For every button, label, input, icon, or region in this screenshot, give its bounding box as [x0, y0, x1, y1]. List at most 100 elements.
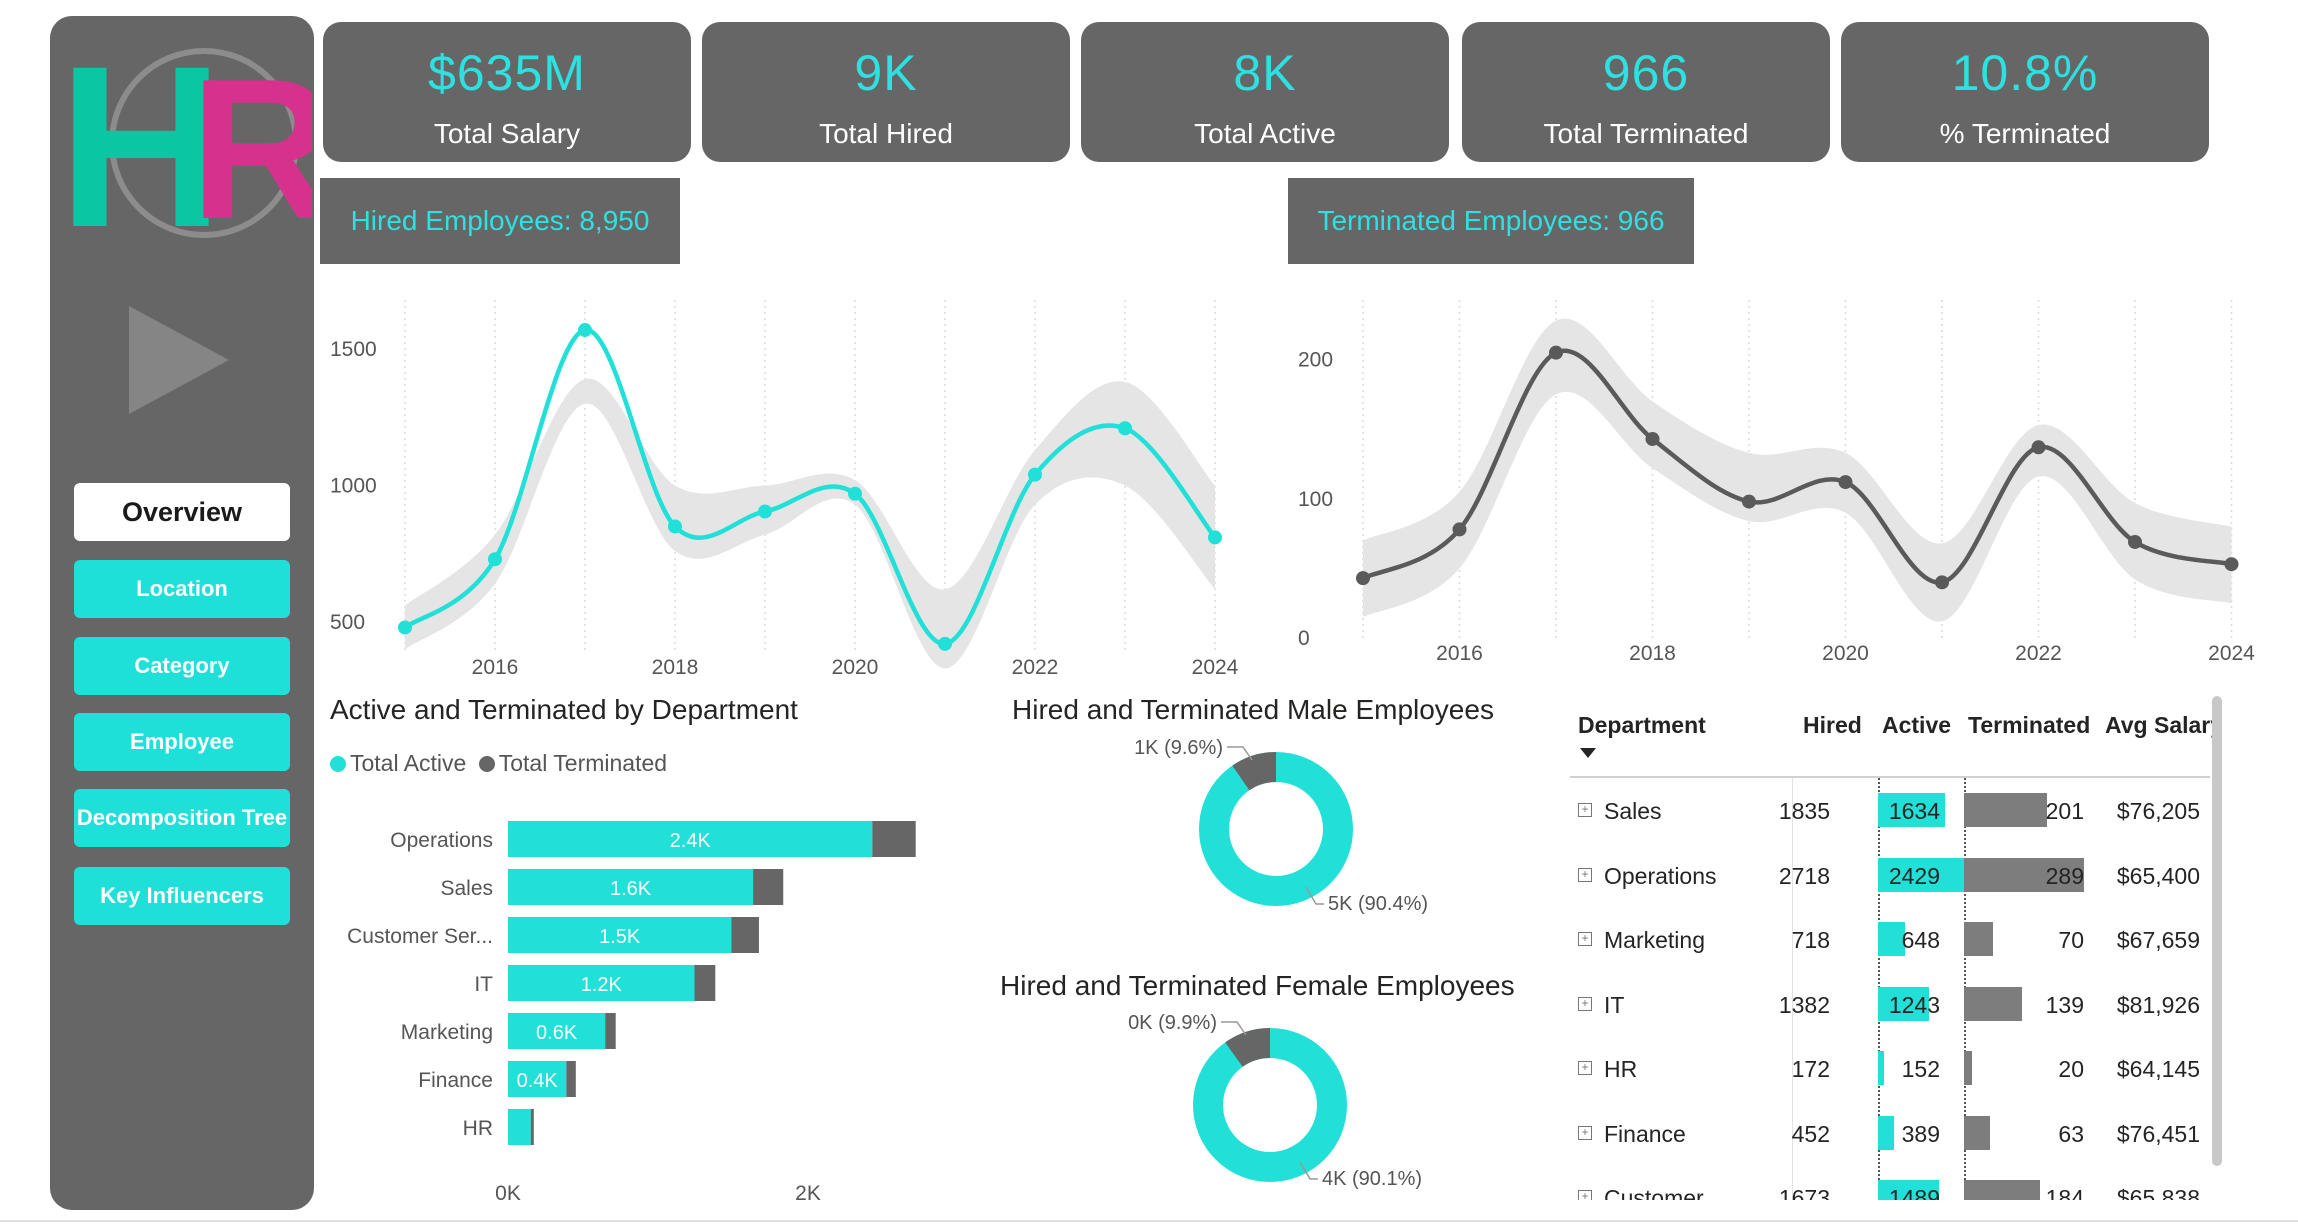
- data-point-2015[interactable]: [398, 620, 412, 635]
- x-tick-label: 2022: [2015, 642, 2062, 665]
- bar-terminated[interactable]: [694, 965, 716, 1001]
- data-point-2016[interactable]: [1452, 522, 1467, 537]
- data-point-2016[interactable]: [488, 552, 502, 567]
- header-department[interactable]: Department: [1578, 712, 1706, 739]
- cell-hired: 1382: [1778, 991, 1830, 1018]
- kpi-card-total-active[interactable]: 8K Total Active: [1081, 22, 1449, 162]
- expand-icon[interactable]: +: [1578, 932, 1592, 946]
- expand-icon[interactable]: +: [1578, 867, 1592, 882]
- legend-terminated-label: Total Terminated: [498, 750, 668, 776]
- data-point-2024[interactable]: [2224, 557, 2239, 572]
- cell-hired: 2718: [1778, 862, 1830, 889]
- header-terminated[interactable]: Terminated: [1968, 712, 2090, 739]
- terminated-databar: [1964, 1115, 1991, 1150]
- terminated-line-chart[interactable]: 2016 2018 2020 2022 2024 0 100 200: [1288, 290, 2258, 680]
- data-point-2024[interactable]: [1208, 530, 1222, 545]
- header-avg-salary[interactable]: Avg Salary: [2105, 712, 2220, 739]
- play-icon[interactable]: [125, 300, 235, 420]
- category-label: Finance: [418, 1069, 493, 1092]
- cell-department: Sales: [1604, 798, 1662, 824]
- kpi-value: $635M: [428, 45, 586, 101]
- terminated-databar: [1964, 1051, 1973, 1085]
- x-tick-label: 2024: [2208, 642, 2255, 665]
- dept-chart-title: Active and Terminated by Department: [330, 694, 798, 725]
- nav-overview-button[interactable]: Overview: [74, 483, 290, 541]
- data-point-2019[interactable]: [758, 504, 772, 519]
- y-tick-label: 1500: [330, 338, 377, 361]
- expand-icon[interactable]: +: [1578, 803, 1592, 817]
- legend-active-label: Total Active: [350, 750, 467, 776]
- data-point-2022[interactable]: [1028, 467, 1042, 482]
- data-point-2017[interactable]: [1549, 345, 1563, 360]
- female-donut-chart[interactable]: 0K (9.9%) 4K (90.1%): [1080, 1005, 1520, 1215]
- expand-icon[interactable]: +: [1578, 1061, 1592, 1075]
- category-label: HR: [463, 1117, 493, 1140]
- expand-icon[interactable]: +: [1578, 1125, 1592, 1140]
- table-row[interactable]: + HR 172 152 20 $64,145: [1560, 1037, 2220, 1101]
- table-row[interactable]: + Operations 2718 2429 289 $65,400: [1560, 844, 2220, 908]
- bar-terminated[interactable]: [753, 869, 784, 905]
- data-point-2018[interactable]: [668, 519, 682, 534]
- bar-data-label: 0.4K: [517, 1070, 559, 1092]
- data-point-2015[interactable]: [1356, 571, 1370, 586]
- data-point-2018[interactable]: [1645, 431, 1660, 446]
- data-point-2019[interactable]: [1742, 494, 1756, 509]
- table-row[interactable]: + Finance 452 389 63 $76,451: [1560, 1102, 2220, 1166]
- nav-location-button[interactable]: Location: [74, 560, 290, 618]
- y-tick-label: 200: [1298, 349, 1333, 372]
- bar-terminated[interactable]: [731, 917, 759, 953]
- bar-terminated[interactable]: [566, 1061, 576, 1097]
- kpi-value: 9K: [854, 45, 918, 101]
- kpi-card-terminated[interactable]: 10.8% % Terminated: [1841, 22, 2209, 162]
- data-point-2020[interactable]: [848, 486, 862, 501]
- cell-hired: 718: [1791, 927, 1830, 953]
- slice-label-terminated: 0K (9.9%): [1128, 1012, 1217, 1034]
- male-chart-title: Hired and Terminated Male Employees: [1012, 694, 1494, 725]
- expand-icon[interactable]: +: [1578, 1190, 1592, 1200]
- data-point-2017[interactable]: [578, 323, 592, 338]
- logo-letter-r: R: [190, 38, 312, 248]
- nav-category-button[interactable]: Category: [74, 637, 290, 695]
- bar-terminated[interactable]: [530, 1109, 534, 1145]
- donut-slice-hired[interactable]: [1193, 1028, 1347, 1182]
- data-point-2022[interactable]: [2031, 440, 2046, 455]
- bar-terminated[interactable]: [872, 821, 916, 857]
- y-tick-label: 500: [330, 611, 365, 634]
- confidence-band: [405, 378, 1215, 669]
- nav-decomposition-tree-button[interactable]: Decomposition Tree: [74, 789, 290, 847]
- table-row[interactable]: + IT 1382 1243 139 $81,926: [1560, 973, 2220, 1037]
- nav-key-influencers-button[interactable]: Key Influencers: [74, 867, 290, 925]
- category-label: IT: [474, 973, 493, 996]
- department-table[interactable]: Department Hired Active Terminated Avg S…: [1560, 700, 2220, 1200]
- expand-icon[interactable]: +: [1578, 996, 1592, 1011]
- male-donut-chart[interactable]: 1K (9.6%) 5K (90.4%): [1080, 730, 1520, 940]
- data-point-2021[interactable]: [938, 636, 952, 651]
- bar-terminated[interactable]: [605, 1013, 616, 1049]
- legend-terminated[interactable]: Total Terminated: [478, 750, 668, 776]
- table-scrollbar[interactable]: [2212, 696, 2222, 1166]
- cell-department: HR: [1604, 1056, 1638, 1082]
- bar-active[interactable]: [508, 1109, 531, 1145]
- table-row[interactable]: + Sales 1835 1634 201 $76,205: [1560, 779, 2220, 843]
- donut-slice-hired[interactable]: [1199, 752, 1353, 906]
- legend-active-dot: [330, 756, 346, 772]
- nav-employee-button[interactable]: Employee: [74, 713, 290, 771]
- legend-active[interactable]: Total Active: [330, 750, 466, 776]
- kpi-card-total-salary[interactable]: $635M Total Salary: [323, 22, 691, 162]
- data-point-2021[interactable]: [1935, 575, 1949, 590]
- table-row[interactable]: + Marketing 718 648 70 $67,659: [1560, 908, 2220, 972]
- data-point-2023[interactable]: [2128, 534, 2142, 549]
- hired-line-chart[interactable]: 2016 2018 2020 2022 2024 500 1000 1500: [320, 290, 1240, 680]
- cell-active: 1243: [1888, 991, 1940, 1018]
- dept-bar-chart[interactable]: Operations 2.4K Sales 1.6K Customer Ser... 1.…: [320, 800, 960, 1210]
- data-point-2020[interactable]: [1838, 475, 1853, 490]
- cell-hired: 452: [1791, 1120, 1830, 1147]
- header-hired[interactable]: Hired: [1803, 712, 1862, 739]
- cell-hired: 1835: [1778, 798, 1830, 824]
- table-row[interactable]: + Customer 1673 1489 184 $65,838: [1560, 1166, 2220, 1200]
- header-active[interactable]: Active: [1882, 712, 1951, 739]
- kpi-card-total-terminated[interactable]: 966 Total Terminated: [1462, 22, 1830, 162]
- data-point-2023[interactable]: [1118, 421, 1132, 436]
- sort-down-icon[interactable]: [1580, 748, 1596, 760]
- kpi-card-total-hired[interactable]: 9K Total Hired: [702, 22, 1070, 162]
